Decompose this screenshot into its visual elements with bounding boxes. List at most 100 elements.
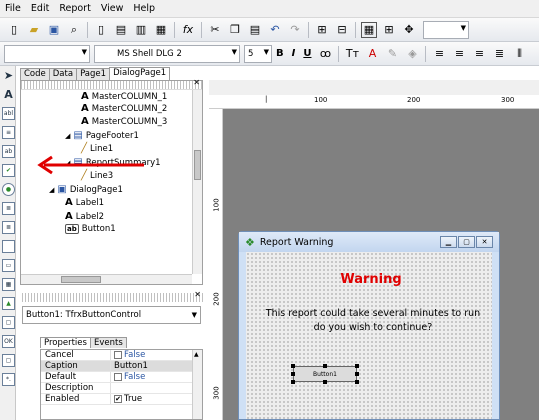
- font-size-combo[interactable]: 5 ▼: [244, 44, 272, 63]
- memo-tool-icon[interactable]: ≡: [2, 126, 15, 139]
- style-combo[interactable]: ▼: [4, 44, 90, 63]
- property-row[interactable]: Default False: [41, 372, 202, 383]
- undo-icon[interactable]: ↶: [267, 22, 283, 38]
- maximize-button[interactable]: ▢: [458, 236, 475, 248]
- scrollbar-thumb[interactable]: [61, 276, 101, 283]
- group-icon[interactable]: ⊞: [314, 22, 330, 38]
- property-scrollbar[interactable]: ▲: [192, 350, 202, 419]
- window-tool-icon[interactable]: ▢: [2, 354, 15, 367]
- expand-icon[interactable]: ◢: [49, 186, 54, 194]
- tree-item[interactable]: A MasterCOLUMN_3: [81, 116, 167, 127]
- selection-handle[interactable]: [291, 372, 295, 376]
- close-icon[interactable]: ✕: [193, 78, 200, 87]
- new-icon[interactable]: ▯: [6, 22, 22, 38]
- tree-item[interactable]: A MasterCOLUMN_1: [81, 91, 167, 102]
- zoom-combo[interactable]: ▼: [423, 20, 469, 39]
- maskedit-tool-icon[interactable]: *.: [2, 373, 15, 386]
- tab-data[interactable]: Data: [48, 68, 78, 80]
- page-settings-icon[interactable]: ▦: [153, 22, 169, 38]
- checkbox[interactable]: [114, 373, 122, 381]
- menu-file[interactable]: File: [0, 3, 26, 14]
- cut-icon[interactable]: ✂: [207, 22, 223, 38]
- tab-properties[interactable]: Properties: [40, 337, 91, 348]
- ungroup-icon[interactable]: ⊟: [334, 22, 350, 38]
- tree-item[interactable]: ◢ ▣ DialogPage1: [49, 184, 123, 195]
- scroll-up-icon[interactable]: ▲: [194, 351, 199, 358]
- font-color-icon[interactable]: A: [364, 46, 380, 62]
- pointer-icon[interactable]: ➤: [2, 69, 15, 82]
- font-size-icon[interactable]: Tт: [344, 46, 360, 62]
- tree-item[interactable]: ◢ ▤ PageFooter1: [65, 130, 139, 141]
- checkbox-tool-icon[interactable]: ✔: [2, 164, 15, 177]
- tab-code[interactable]: Code: [20, 68, 50, 80]
- checkbox[interactable]: [114, 351, 122, 359]
- panel-tool-icon[interactable]: [2, 240, 15, 253]
- property-row[interactable]: Cancel False: [41, 350, 202, 361]
- close-icon[interactable]: ✕: [194, 290, 201, 299]
- report-warning-dialog[interactable]: ❖ Report Warning ▁ ▢ ✕ Warning This repo…: [238, 231, 500, 420]
- paste-icon[interactable]: ▤: [247, 22, 263, 38]
- selection-handle[interactable]: [355, 380, 359, 384]
- align-right-icon[interactable]: ≡: [471, 46, 487, 62]
- align-left-icon[interactable]: ≡: [431, 46, 447, 62]
- tree-horizontal-scrollbar[interactable]: [21, 274, 192, 284]
- bold-button[interactable]: B: [276, 48, 284, 59]
- tab-dialogpage1[interactable]: DialogPage1: [109, 67, 171, 80]
- tab-page1[interactable]: Page1: [76, 68, 111, 80]
- menu-report[interactable]: Report: [54, 3, 96, 14]
- preview-icon[interactable]: ⌕: [66, 22, 82, 38]
- edit-tool-icon[interactable]: abl: [2, 107, 15, 120]
- new-dialog-icon[interactable]: ▤: [113, 22, 129, 38]
- save-icon[interactable]: ▣: [46, 22, 62, 38]
- underline-button[interactable]: U: [303, 48, 311, 59]
- okbutton-tool-icon[interactable]: OK: [2, 335, 15, 348]
- align-center-icon[interactable]: ≡: [451, 46, 467, 62]
- checkbox-checked[interactable]: ✔: [114, 395, 122, 403]
- property-row[interactable]: Caption Button1: [41, 361, 202, 372]
- selection-handle[interactable]: [355, 364, 359, 368]
- selection-handle[interactable]: [291, 364, 295, 368]
- tree-item[interactable]: A MasterCOLUMN_2: [81, 103, 167, 114]
- new-page-icon[interactable]: ▯: [93, 22, 109, 38]
- tab-events[interactable]: Events: [89, 337, 127, 348]
- grid-tool-icon[interactable]: ▦: [2, 278, 15, 291]
- tree-item[interactable]: A Label2: [65, 211, 104, 222]
- selection-handle[interactable]: [323, 364, 327, 368]
- tree-item[interactable]: A Label1: [65, 197, 104, 208]
- italic-button[interactable]: I: [292, 48, 296, 59]
- scrollbar-thumb[interactable]: [194, 150, 201, 180]
- label-tool-icon[interactable]: A: [2, 88, 15, 101]
- align-grid-icon[interactable]: ⊞: [381, 22, 397, 38]
- columns-icon[interactable]: ⦀: [511, 46, 527, 62]
- expand-icon[interactable]: ◢: [65, 132, 70, 140]
- bevel-tool-icon[interactable]: ▢: [2, 316, 15, 329]
- tree-item[interactable]: ╱ Line1: [81, 143, 113, 154]
- object-selector[interactable]: Button1: TfrxButtonControl ▼: [22, 306, 201, 324]
- tree-vertical-scrollbar[interactable]: [192, 90, 202, 274]
- image-tool-icon[interactable]: ▲: [2, 297, 15, 310]
- warning-label[interactable]: Warning: [306, 271, 436, 289]
- strikethrough-icon[interactable]: ꝏ: [317, 46, 333, 62]
- fit-grid-icon[interactable]: ✥: [401, 22, 417, 38]
- minimize-button[interactable]: ▁: [440, 236, 457, 248]
- selection-handle[interactable]: [323, 380, 327, 384]
- open-icon[interactable]: ▰: [26, 22, 42, 38]
- menu-view[interactable]: View: [96, 3, 129, 14]
- radiobutton-tool-icon[interactable]: ●: [2, 183, 15, 196]
- tree-item[interactable]: ab Button1: [65, 224, 116, 234]
- property-row[interactable]: Description: [41, 383, 202, 394]
- font-name-combo[interactable]: MS Shell DLG 2 ▼: [94, 44, 240, 63]
- justify-icon[interactable]: ≣: [491, 46, 507, 62]
- selection-handle[interactable]: [291, 380, 295, 384]
- show-grid-icon[interactable]: ▦: [361, 21, 377, 38]
- redo-icon[interactable]: ↷: [287, 22, 303, 38]
- menu-edit[interactable]: Edit: [26, 3, 54, 14]
- variables-icon[interactable]: fx: [180, 22, 196, 38]
- selection-handle[interactable]: [355, 372, 359, 376]
- dialog-body[interactable]: Warning This report could take several m…: [246, 252, 492, 419]
- listbox-tool-icon[interactable]: ≣: [2, 202, 15, 215]
- combobox-tool-icon[interactable]: ≣: [2, 221, 15, 234]
- delete-page-icon[interactable]: ▥: [133, 22, 149, 38]
- close-button[interactable]: ✕: [476, 236, 493, 248]
- menu-help[interactable]: Help: [128, 3, 160, 14]
